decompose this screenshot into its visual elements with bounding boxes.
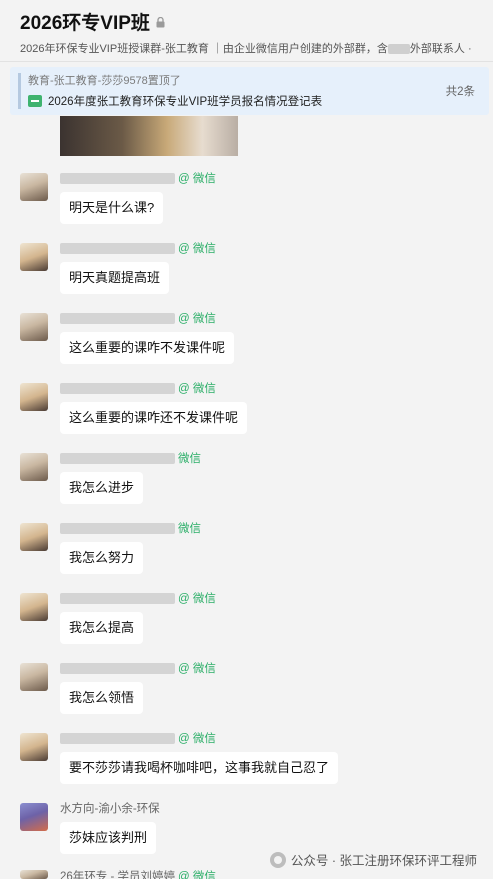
message-bubble[interactable]: 我怎么提高 <box>60 612 144 644</box>
avatar[interactable] <box>20 523 48 551</box>
avatar[interactable] <box>20 870 48 879</box>
avatar[interactable] <box>20 243 48 271</box>
redacted-sender-name <box>60 592 175 604</box>
avatar[interactable] <box>20 173 48 201</box>
avatar[interactable] <box>20 313 48 341</box>
watermark: 公众号 · 张工注册环保环评工程师 <box>269 850 477 869</box>
pinned-by-label: 教育-张工教育-莎莎9578置顶了 <box>28 75 181 87</box>
wechat-tag: @ 微信 <box>178 663 216 675</box>
message-bubble[interactable]: 明天真题提高班 <box>60 262 170 294</box>
avatar[interactable] <box>20 453 48 481</box>
wechat-tag: @ 微信 <box>178 733 216 745</box>
chat-title[interactable]: 2026环专VIP班 <box>20 8 150 35</box>
image-message[interactable] <box>60 116 238 156</box>
avatar[interactable] <box>20 593 48 621</box>
avatar[interactable] <box>20 803 48 831</box>
message-bubble[interactable]: 我怎么努力 <box>60 542 144 574</box>
redacted-sender-name <box>60 242 175 254</box>
lock-icon <box>156 16 165 27</box>
redacted-sender-name <box>60 662 175 674</box>
wechat-tag: 微信 <box>178 523 201 535</box>
pinned-count[interactable]: 共2条 <box>446 67 489 115</box>
wechat-tag: @ 微信 <box>178 593 216 605</box>
message-bubble[interactable]: 莎妹应该判刑 <box>60 822 157 854</box>
sender-name[interactable]: 水方向-渝小余-环保 <box>60 800 160 816</box>
pinned-doc-title[interactable]: 2026年度张工教育环保专业VIP班学员报名情况登记表 <box>48 93 322 109</box>
redacted-sender-name <box>60 452 175 464</box>
spreadsheet-icon <box>28 95 42 107</box>
watermark-text: 公众号 · 张工注册环保环评工程师 <box>290 854 477 868</box>
avatar[interactable] <box>20 383 48 411</box>
message-bubble[interactable]: 我怎么进步 <box>60 472 144 504</box>
wechat-tag: @ 微信 <box>178 313 216 325</box>
wechat-official-icon <box>269 851 286 868</box>
wechat-tag: 微信 <box>178 453 201 465</box>
message-bubble[interactable]: 这么重要的课咋不发课件呢 <box>60 332 235 364</box>
subtitle-text-tail: 外部联系人 · 群主 <box>409 43 473 55</box>
wechat-tag: @ 微信 <box>178 243 216 255</box>
message-bubble[interactable]: 这么重要的课咋还不发课件呢 <box>60 402 248 434</box>
redacted-sender-name <box>60 312 175 324</box>
message-bubble[interactable]: 明天是什么课? <box>60 192 164 224</box>
message-item-partial: 26年环专 - 学员刘婷婷 @ 微信 <box>20 870 340 879</box>
message-bubble[interactable]: 我怎么领悟 <box>60 682 144 714</box>
redacted-count <box>387 44 410 55</box>
pinned-message-bar[interactable]: 教育-张工教育-莎莎9578置顶了 2026年度张工教育环保专业VIP班学员报名… <box>10 67 489 115</box>
redacted-sender-name <box>60 732 175 744</box>
wechat-tag: @ 微信 <box>178 383 216 395</box>
subtitle-text: 2026年环保专业VIP班授课群-张工教育 ｜由企业微信用户创建的外部群，含 <box>20 43 388 55</box>
avatar[interactable] <box>20 663 48 691</box>
sender-name: 26年环专 - 学员刘婷婷 <box>60 871 176 879</box>
redacted-sender-name <box>60 382 175 394</box>
avatar[interactable] <box>20 733 48 761</box>
wechat-tag: @ 微信 <box>178 871 216 879</box>
chat-header: 2026环专VIP班 2026年环保专业VIP班授课群-张工教育 ｜由企业微信用… <box>0 0 493 62</box>
redacted-sender-name <box>60 172 175 184</box>
message-bubble[interactable]: 要不莎莎请我喝杯咖啡吧，这事我就自己忍了 <box>60 752 339 784</box>
wechat-tag: @ 微信 <box>178 173 216 185</box>
chat-subtitle: 2026年环保专业VIP班授课群-张工教育 ｜由企业微信用户创建的外部群，含 外部… <box>20 40 473 56</box>
redacted-sender-name <box>60 522 175 534</box>
